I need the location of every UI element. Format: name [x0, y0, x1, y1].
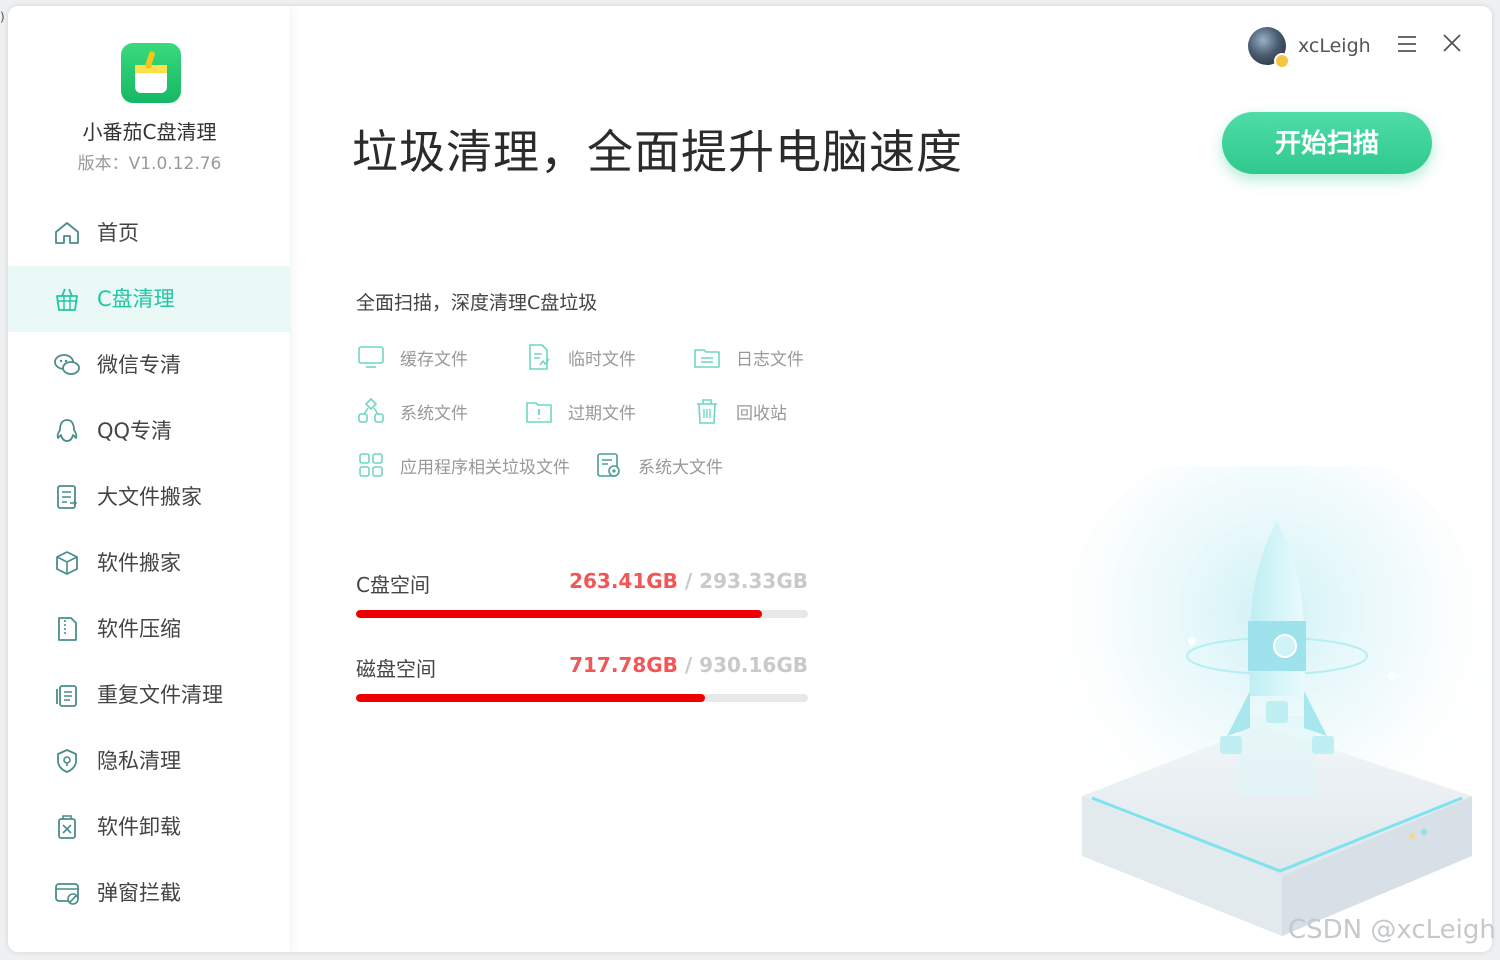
apps-grid-icon [359, 453, 383, 477]
monitor-icon [358, 346, 384, 368]
sidebar-item-big-file-move[interactable]: 大文件搬家 [8, 464, 291, 530]
app-name: 小番茄C盘清理 [82, 120, 217, 144]
duplicate-file-icon [56, 685, 77, 707]
category-system-big-file: 系统大文件 [594, 450, 723, 480]
category-label: 系统文件 [400, 403, 468, 424]
file-move-icon [57, 485, 78, 509]
sidebar-item-label: 大文件搬家 [97, 485, 202, 509]
disk-usage-bar [356, 610, 808, 618]
watermark: CSDN @xcLeigh [1288, 915, 1496, 945]
sidebar-item-label: 弹窗拦截 [97, 881, 181, 905]
user-profile[interactable]: xcLeigh [1248, 24, 1371, 69]
category-label: 过期文件 [568, 403, 636, 424]
avatar[interactable] [1248, 27, 1290, 69]
sidebar-item-c-clean[interactable]: C盘清理 [8, 266, 291, 332]
hamburger-menu-icon[interactable] [1396, 33, 1418, 55]
disk-name: C盘空间 [356, 573, 430, 597]
shield-icon [57, 749, 77, 773]
sidebar-item-label: 微信专清 [97, 353, 181, 377]
sidebar-item-popup-block[interactable]: 弹窗拦截 [8, 860, 291, 926]
sidebar: 小番茄C盘清理 版本：V1.0.12.76 首页 C盘清理 微信专清 QQ专清 … [8, 6, 291, 952]
rocket-illustration [1052, 436, 1492, 952]
home-icon [55, 222, 79, 244]
system-file-icon [597, 453, 620, 477]
qq-icon [56, 419, 78, 442]
disk-usage-value: 717.78GB / 930.16GB [569, 653, 808, 677]
expired-folder-icon [526, 402, 552, 423]
category-label: 回收站 [736, 403, 787, 424]
uninstall-icon [58, 815, 76, 839]
wechat-icon [54, 354, 80, 375]
sidebar-item-label: QQ专清 [97, 419, 173, 443]
sidebar-item-label: 首页 [97, 221, 139, 245]
sidebar-item-label: 重复文件清理 [97, 683, 223, 707]
category-cache: 缓存文件 [356, 342, 468, 372]
sidebar-item-label: 软件搬家 [97, 551, 181, 575]
category-expired: 过期文件 [524, 396, 636, 426]
edge-glyph: ) [0, 10, 5, 24]
sidebar-item-qq[interactable]: QQ专清 [8, 398, 291, 464]
start-scan-button[interactable]: 开始扫描 [1222, 112, 1432, 174]
sidebar-item-wechat[interactable]: 微信专清 [8, 332, 291, 398]
package-icon [56, 551, 78, 575]
trash-icon [697, 399, 717, 424]
sidebar-item-privacy-clean[interactable]: 隐私清理 [8, 728, 291, 794]
category-app-junk: 应用程序相关垃圾文件 [356, 450, 570, 480]
sidebar-item-label: 隐私清理 [97, 749, 181, 773]
category-label: 缓存文件 [400, 349, 468, 370]
main-panel: xcLeigh 垃圾清理，全面提升电脑速度 开始扫描 全面扫描，深度清理C盘垃圾… [292, 6, 1492, 952]
category-label: 临时文件 [568, 349, 636, 370]
disk-name: 磁盘空间 [356, 657, 436, 681]
category-temp: 临时文件 [524, 342, 636, 372]
sidebar-item-label: 软件卸载 [97, 815, 181, 839]
close-icon[interactable] [1441, 32, 1463, 54]
category-log: 日志文件 [692, 342, 804, 372]
category-label: 应用程序相关垃圾文件 [400, 457, 570, 478]
sidebar-item-label: C盘清理 [97, 287, 175, 311]
app-window: 小番茄C盘清理 版本：V1.0.12.76 首页 C盘清理 微信专清 QQ专清 … [8, 6, 1492, 952]
category-system: 系统文件 [356, 396, 468, 426]
sidebar-item-software-compress[interactable]: 软件压缩 [8, 596, 291, 662]
category-label: 日志文件 [736, 349, 804, 370]
sidebar-item-software-move[interactable]: 软件搬家 [8, 530, 291, 596]
sidebar-item-label: 软件压缩 [97, 617, 181, 641]
category-recycle: 回收站 [692, 396, 787, 426]
popup-block-icon [55, 883, 79, 905]
folder-icon [694, 349, 720, 368]
disk-usage-bar [356, 694, 808, 702]
sidebar-item-uninstall[interactable]: 软件卸载 [8, 794, 291, 860]
disk-usage-fill [356, 694, 705, 702]
hierarchy-icon [358, 397, 384, 423]
sidebar-item-home[interactable]: 首页 [8, 200, 291, 266]
verified-badge-icon [1274, 53, 1290, 69]
scan-subtitle: 全面扫描，深度清理C盘垃圾 [356, 292, 598, 314]
doc-edit-icon [529, 344, 550, 370]
username[interactable]: xcLeigh [1298, 35, 1371, 57]
page-title: 垃圾清理，全面提升电脑速度 [352, 125, 963, 179]
disk-usage-value: 263.41GB / 293.33GB [569, 569, 808, 593]
zip-file-icon [58, 617, 77, 641]
category-label: 系统大文件 [638, 457, 723, 478]
disk-usage-fill [356, 610, 762, 618]
app-logo-icon [121, 43, 181, 103]
basket-clean-icon [56, 288, 78, 311]
app-version: 版本：V1.0.12.76 [77, 154, 222, 174]
sidebar-item-duplicate-clean[interactable]: 重复文件清理 [8, 662, 291, 728]
